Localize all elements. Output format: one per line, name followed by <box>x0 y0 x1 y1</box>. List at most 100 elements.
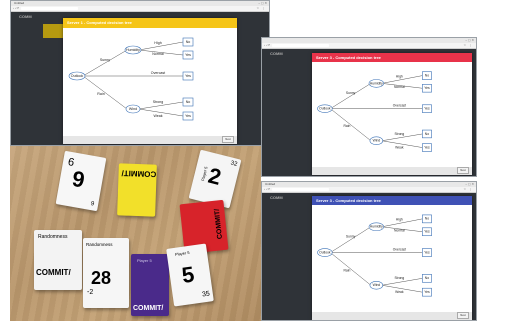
decision-tree: Outlook Humidity Wind Sunny Overcast Rain High… <box>68 37 194 121</box>
leaf-label: No <box>425 276 429 280</box>
decision-tree-modal: Server 3 - Computed decision tree Outloo… <box>312 53 472 175</box>
nav-arrows-icon[interactable]: ‹ › ⟳ <box>264 187 270 192</box>
node-label-outlook: Outlook <box>71 74 84 78</box>
modal-footer: Next <box>63 135 237 144</box>
edge-label-normal: Normal <box>394 229 405 233</box>
edge-label-overcast: Overcast <box>393 247 406 251</box>
leaf-label: Yes <box>424 145 430 149</box>
tree-edge <box>330 252 372 286</box>
page-heading: COMM <box>19 14 32 19</box>
card-value: 5 <box>180 261 196 288</box>
node-label-outlook: Outlook <box>319 107 331 111</box>
yellow-block <box>43 24 63 38</box>
leaf-label: No <box>425 132 429 136</box>
tree-edge <box>82 49 128 77</box>
edge-label-rain: Rain <box>97 92 104 96</box>
card-label: Randomness <box>38 234 68 240</box>
edge-label-normal: Normal <box>152 52 164 56</box>
page-heading: COMM <box>270 51 283 56</box>
edge-label-high: High <box>154 41 161 45</box>
card-commit-text: COMMIT/ <box>121 168 157 179</box>
edge-label-normal: Normal <box>394 85 405 89</box>
edge-label-rain: Rain <box>344 268 351 272</box>
toolbar-icons[interactable]: ☆ ⋮ <box>463 187 473 192</box>
card-commit-text: COMMIT/ <box>36 268 71 277</box>
nav-arrows-icon[interactable]: ‹ › ⟳ <box>13 6 19 11</box>
leaf-label: No <box>186 40 191 44</box>
edge-label-strong: Strong <box>153 100 164 104</box>
card-commit-text: COMMIT/ <box>133 305 164 312</box>
edge-label-sunny: Sunny <box>100 58 110 62</box>
node-label-humidity: Humidity <box>126 48 140 52</box>
browser-window-server-3-blue: Untitled – ▢ ✕ ‹ › ⟳ ☆ ⋮ COMM Server 3 -… <box>261 181 477 321</box>
edge-label-overcast: Overcast <box>151 71 165 75</box>
card-small-value: 32 <box>229 160 238 168</box>
node-label-wind: Wind <box>373 139 381 143</box>
nav-arrows-icon[interactable]: ‹ › ⟳ <box>264 43 270 48</box>
page-heading: COMM <box>270 195 283 200</box>
leaf-label: Yes <box>185 74 191 78</box>
edge-label-strong: Strong <box>394 276 404 280</box>
card-five: Player 5 5 35 <box>166 243 214 307</box>
leaf-label: Yes <box>424 250 430 254</box>
card-label: Player 5 <box>174 249 190 257</box>
edge-label-strong: Strong <box>394 132 404 136</box>
browser-window-server-1: Untitled – ▢ ✕ ‹ › ⟳ ☆ ⋮ COMM Server 1 -… <box>10 0 270 146</box>
edge-label-weak: Weak <box>395 290 404 294</box>
card-corner-bottom: 9 <box>90 201 95 208</box>
node-label-wind: Wind <box>129 107 137 111</box>
card-label: Player 5 <box>137 258 152 263</box>
toolbar-icons[interactable]: ☆ ⋮ <box>463 43 473 48</box>
card-randomness-28: Randomness 28 -2 <box>83 238 129 308</box>
leaf-label: Yes <box>424 290 430 294</box>
url-field[interactable] <box>272 187 329 192</box>
modal-footer: Next <box>312 166 472 175</box>
decision-tree-modal: Server 1 - Computed decision tree Outloo… <box>63 18 237 144</box>
modal-header: Server 3 - Computed decision tree <box>312 196 472 205</box>
node-label-humidity: Humidity <box>370 81 383 85</box>
modal-header: Server 3 - Computed decision tree <box>312 53 472 62</box>
edge-label-overcast: Overcast <box>393 104 406 108</box>
edge-label-high: High <box>396 74 403 78</box>
leaf-label: Yes <box>424 86 430 90</box>
node-label-outlook: Outlook <box>319 250 331 254</box>
card-label: Randomness <box>86 242 113 247</box>
node-label-humidity: Humidity <box>370 225 383 229</box>
edge-label-sunny: Sunny <box>346 91 356 95</box>
leaf-label: Yes <box>424 107 430 111</box>
edge-label-weak: Weak <box>153 114 162 118</box>
next-button[interactable]: Next <box>457 311 469 319</box>
edge-label-high: High <box>396 218 403 222</box>
toolbar-icons[interactable]: ☆ ⋮ <box>256 6 266 11</box>
url-field[interactable] <box>272 43 329 48</box>
browser-window-server-3-red: – ▢ ✕ ‹ › ⟳ ☆ ⋮ COMM Server 3 - Computed… <box>261 37 477 177</box>
card-value: 6 <box>70 165 87 193</box>
leaf-label: No <box>425 217 429 221</box>
tree-edge <box>330 108 372 141</box>
next-button[interactable]: Next <box>457 166 469 174</box>
card-commit-text: COMMIT/ <box>213 208 224 240</box>
url-field[interactable] <box>21 6 78 11</box>
tree-edge <box>82 75 128 110</box>
tree-edge <box>330 226 371 253</box>
leaf-label: Yes <box>185 53 191 57</box>
card-small-value: 35 <box>201 290 211 299</box>
decision-tree-modal: Server 3 - Computed decision tree Outloo… <box>312 196 472 320</box>
leaf-label: No <box>186 100 191 104</box>
node-label-wind: Wind <box>373 283 381 287</box>
edge-label-weak: Weak <box>395 145 404 149</box>
tree-edge <box>330 83 371 109</box>
decision-tree: Outlook Humidity Wind Sunny Overcast Rain High… <box>317 214 432 297</box>
card-table-photo: 9 6 9 COMMIT/ Player 5 2 32 COMMIT/ Rand… <box>10 146 261 321</box>
modal-header: Server 1 - Computed decision tree <box>63 18 237 28</box>
edge-label-rain: Rain <box>344 124 351 128</box>
card-value: 28 <box>91 268 112 288</box>
next-button[interactable]: Next <box>222 135 234 143</box>
leaf-label: Yes <box>424 230 430 234</box>
decision-tree: Outlook Humidity Wind Sunny Overcast Rain High… <box>317 71 432 152</box>
card-commit-yellow: COMMIT/ <box>117 163 157 217</box>
modal-footer: Next <box>312 311 472 320</box>
edge-label-sunny: Sunny <box>346 235 356 239</box>
card-small-value: -2 <box>87 289 94 296</box>
leaf-label: Yes <box>185 114 191 118</box>
